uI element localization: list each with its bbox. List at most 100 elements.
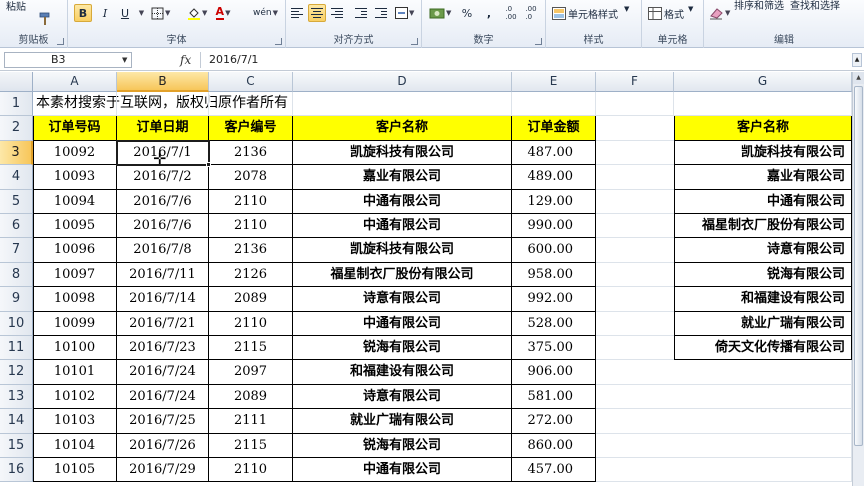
order-cell-e[interactable]: 375.00 [512,336,596,361]
column-header-f[interactable]: F [596,72,674,92]
borders-button[interactable]: ▼ [150,4,171,22]
order-cell-c[interactable]: 2097 [209,360,293,385]
order-cell-e[interactable]: 457.00 [512,458,596,483]
row-header-6[interactable]: 6 [0,214,33,239]
order-cell-c[interactable]: 2136 [209,238,293,263]
name-box-dropdown-icon[interactable]: ▼ [122,56,127,64]
worksheet-grid[interactable]: ABCDEFG 1 2 3 4 5 6 7 8 9 10 11 12 13 14 15 16 本素材搜索于互联… [0,72,864,486]
order-cell-c[interactable]: 2126 [209,262,293,288]
underline-dropdown-icon[interactable]: ▼ [132,4,150,22]
cell-f[interactable] [596,385,674,410]
order-cell-d[interactable]: 中通有限公司 [293,189,512,214]
row-header-15[interactable]: 15 [0,433,33,458]
customer-list-item[interactable]: 锐海有限公司 [674,262,852,288]
cell-f[interactable] [596,434,674,458]
format-button[interactable]: 格式 [664,6,684,21]
order-cell-a[interactable]: 10104 [33,433,117,458]
order-cell-a[interactable]: 10100 [33,336,117,361]
cell-b1[interactable] [117,92,209,117]
order-cell-d[interactable]: 嘉业有限公司 [293,165,512,190]
vertical-scrollbar[interactable]: ▲ [852,72,864,486]
cell-f[interactable] [596,238,674,263]
order-cell-c[interactable]: 2110 [209,311,293,336]
order-cell-c[interactable]: 2110 [209,458,293,483]
cell-f[interactable] [596,214,674,239]
order-cell-b[interactable]: 2016/7/8 [117,238,209,263]
cell-a1[interactable] [33,92,117,117]
order-cell-b[interactable]: 2016/7/24 [117,384,209,410]
cell-f[interactable] [596,336,674,361]
order-cell-a[interactable]: 10098 [33,287,117,312]
clear-eraser-icon[interactable]: ▼ [708,4,731,22]
column-header-b[interactable]: B [117,72,209,92]
order-cell-d[interactable]: 中通有限公司 [293,311,512,336]
cell-styles-dropdown-icon[interactable]: ▼ [624,5,629,13]
customer-list-item[interactable]: 就业广瑞有限公司 [674,311,852,336]
row-header-10[interactable]: 10 [0,311,33,336]
order-cell-b[interactable]: 2016/7/6 [117,214,209,239]
cell-f[interactable] [596,141,674,166]
cell-f[interactable] [596,116,674,141]
order-cell-d[interactable]: 就业广瑞有限公司 [293,409,512,434]
order-cell-e[interactable]: 992.00 [512,287,596,312]
cell-g[interactable] [674,458,852,483]
column-header-a[interactable]: A [33,72,117,92]
order-cell-d[interactable]: 诗意有限公司 [293,287,512,312]
order-cell-b[interactable]: 2016/7/21 [117,311,209,336]
select-all-corner[interactable] [0,72,33,92]
order-cell-a[interactable]: 10097 [33,262,117,288]
cell-g[interactable] [674,384,852,410]
row-header-2[interactable]: 2 [0,116,33,141]
decrease-decimal-icon[interactable]: .00.0 [522,4,540,22]
order-cell-e[interactable]: 990.00 [512,214,596,239]
order-cell-d[interactable]: 中通有限公司 [293,214,512,239]
order-cell-e[interactable]: 272.00 [512,409,596,434]
table-header-cell[interactable]: 订单日期 [117,116,209,141]
order-cell-a[interactable]: 10094 [33,189,117,214]
scroll-up-icon[interactable]: ▲ [853,72,864,84]
customer-list-item[interactable]: 倚天文化传播有限公司 [674,336,852,361]
order-cell-c[interactable]: 2089 [209,287,293,312]
order-cell-a[interactable]: 10102 [33,384,117,410]
insert-function-icon[interactable]: fx [180,53,191,67]
format-dropdown-icon[interactable]: ▼ [688,5,693,13]
column-header-e[interactable]: E [512,72,596,92]
cell-d1[interactable] [293,92,512,117]
cell-f1[interactable] [596,92,674,117]
increase-indent-icon[interactable] [372,4,390,22]
order-cell-d[interactable]: 福星制衣厂股份有限公司 [293,262,512,288]
order-cell-b[interactable]: 2016/7/24 [117,360,209,385]
scrollbar-thumb[interactable] [854,86,863,446]
order-cell-b[interactable]: 2016/7/25 [117,409,209,434]
order-cell-d[interactable]: 锐海有限公司 [293,433,512,458]
cell-g[interactable] [674,433,852,458]
order-cell-e[interactable]: 600.00 [512,238,596,263]
row-header-7[interactable]: 7 [0,238,33,263]
cell-f[interactable] [596,409,674,434]
row-header-12[interactable]: 12 [0,360,33,385]
customer-list-item[interactable]: 福星制衣厂股份有限公司 [674,214,852,239]
cell-g1[interactable] [674,92,852,117]
order-cell-e[interactable]: 129.00 [512,189,596,214]
cell-g[interactable] [674,360,852,385]
customer-list-item[interactable]: 和福建设有限公司 [674,287,852,312]
comma-style-button[interactable]: , [480,4,498,22]
order-cell-b[interactable]: 2016/7/2 [117,165,209,190]
order-cell-b[interactable]: 2016/7/11 [117,262,209,288]
customer-list-item[interactable]: 中通有限公司 [674,189,852,214]
accounting-format-icon[interactable]: ▼ [428,4,452,22]
number-launcher-icon[interactable] [535,38,542,45]
row-header-13[interactable]: 13 [0,384,33,410]
order-cell-b[interactable]: 2016/7/14 [117,287,209,312]
italic-button[interactable]: I [96,4,114,22]
row-header-14[interactable]: 14 [0,409,33,434]
order-cell-e[interactable]: 581.00 [512,384,596,410]
column-header-g[interactable]: G [674,72,852,92]
order-cell-a[interactable]: 10099 [33,311,117,336]
customer-list-item[interactable]: 诗意有限公司 [674,238,852,263]
format-painter-icon[interactable] [36,10,54,28]
row-header-4[interactable]: 4 [0,165,33,190]
cell-f[interactable] [596,458,674,483]
fill-handle[interactable] [206,162,211,168]
order-cell-d[interactable]: 锐海有限公司 [293,336,512,361]
